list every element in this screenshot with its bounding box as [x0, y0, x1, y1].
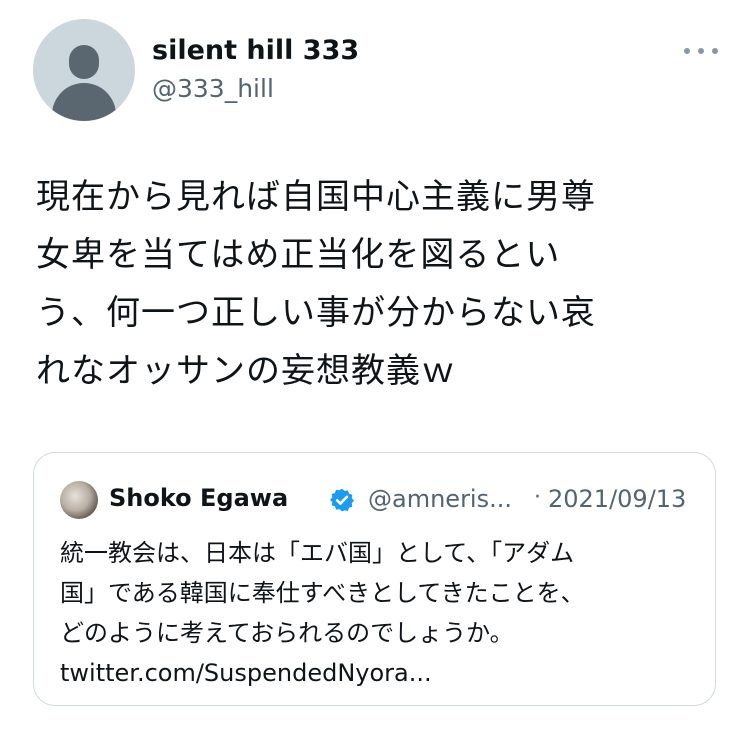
default-avatar-icon — [69, 45, 99, 79]
quoted-text-line: 国」である韓国に奉仕すべきとしてきたことを、 — [60, 579, 585, 607]
avatar-silhouette-body — [52, 83, 116, 121]
more-dot — [712, 48, 718, 54]
tweet-text-line: う、何一つ正しい事が分からない哀 — [36, 293, 596, 333]
more-horizontal-icon[interactable] — [684, 44, 718, 58]
quoted-tweet-date[interactable]: 2021/09/13 — [548, 485, 686, 513]
author-display-name[interactable]: silent hill 333 — [152, 35, 359, 66]
quoted-link[interactable]: twitter.com/SuspendedNyora... — [60, 653, 700, 693]
quoted-author-handle[interactable]: @amneris... — [368, 485, 512, 513]
quoted-author-name[interactable]: Shoko Egawa — [109, 484, 288, 512]
author-avatar[interactable] — [33, 19, 135, 121]
quoted-tweet-text: 統一教会は、日本は「エバ国」として、「アダム 国」である韓国に奉仕すべきとしてき… — [60, 533, 700, 693]
quoted-tweet-card[interactable]: Shoko Egawa @amneris... · 2021/09/13 統一教… — [33, 452, 716, 706]
author-handle[interactable]: @333_hill — [152, 74, 274, 103]
quoted-text-line: どのように考えておられるのでしょうか。 — [60, 619, 514, 647]
tweet-text-line: 現在から見れば自国中心主義に男尊 — [36, 177, 596, 217]
more-dot — [684, 48, 690, 54]
quoted-author-avatar[interactable] — [60, 481, 98, 519]
tweet-text-line: 女卑を当てはめ正当化を図るとい — [36, 235, 561, 275]
tweet-text: 現在から見れば自国中心主義に男尊 女卑を当てはめ正当化を図るとい う、何一つ正し… — [36, 168, 726, 400]
verified-badge-icon — [329, 488, 355, 512]
meta-separator: · — [534, 485, 541, 510]
more-dot — [698, 48, 704, 54]
tweet-text-line: れなオッサンの妄想教義ｗ — [36, 351, 456, 391]
quoted-text-line: 統一教会は、日本は「エバ国」として、「アダム — [60, 539, 575, 567]
